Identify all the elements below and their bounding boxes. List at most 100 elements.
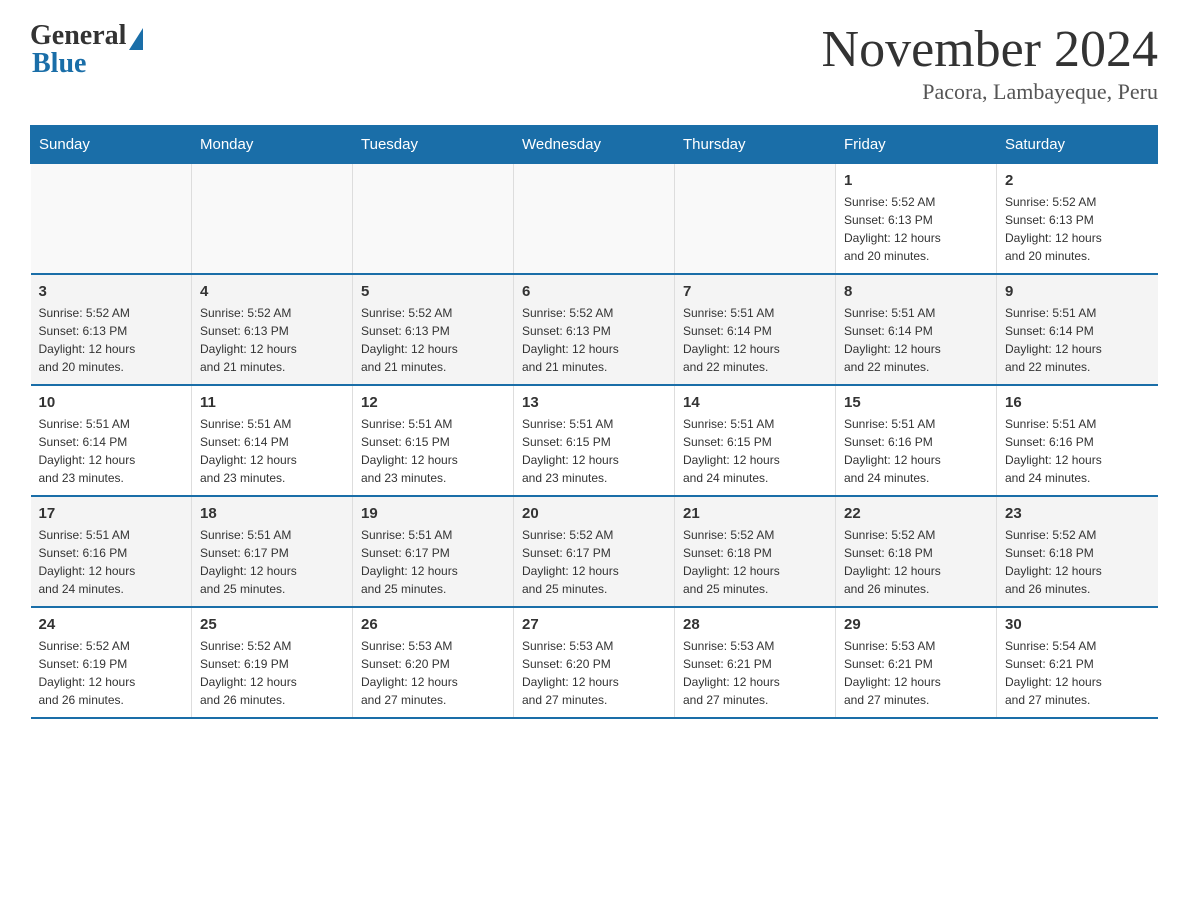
day-number: 25 [200,616,344,633]
day-number: 24 [39,616,184,633]
location-title: Pacora, Lambayeque, Peru [822,79,1158,105]
day-info: Sunrise: 5:53 AM Sunset: 6:21 PM Dayligh… [683,637,827,709]
day-info: Sunrise: 5:52 AM Sunset: 6:19 PM Dayligh… [200,637,344,709]
calendar-cell: 2 Sunrise: 5:52 AM Sunset: 6:13 PM Daylig… [997,164,1158,275]
day-info: Sunrise: 5:51 AM Sunset: 6:16 PM Dayligh… [39,526,184,598]
day-info: Sunrise: 5:51 AM Sunset: 6:16 PM Dayligh… [1005,415,1150,487]
calendar-cell: 27Sunrise: 5:53 AM Sunset: 6:20 PM Dayli… [514,607,675,718]
day-number: 26 [361,616,505,633]
day-number: 12 [361,394,505,411]
day-number: 17 [39,505,184,522]
logo: General Blue [30,20,143,80]
calendar-cell: 6 Sunrise: 5:52 AM Sunset: 6:13 PM Daylig… [514,274,675,385]
calendar-cell [675,164,836,275]
calendar-cell: 8 Sunrise: 5:51 AM Sunset: 6:14 PM Daylig… [836,274,997,385]
weekday-header-friday: Friday [836,126,997,164]
day-info: Sunrise: 5:51 AM Sunset: 6:14 PM Dayligh… [39,415,184,487]
logo-triangle-icon [129,28,143,50]
calendar-cell: 26Sunrise: 5:53 AM Sunset: 6:20 PM Dayli… [353,607,514,718]
calendar-cell [192,164,353,275]
weekday-header-sunday: Sunday [31,126,192,164]
calendar-cell [31,164,192,275]
calendar-cell: 28 Sunrise: 5:53 AM Sunset: 6:21 PM Dayli… [675,607,836,718]
day-number: 27 [522,616,666,633]
calendar-cell: 16 Sunrise: 5:51 AM Sunset: 6:16 PM Dayli… [997,385,1158,496]
day-info: Sunrise: 5:51 AM Sunset: 6:14 PM Dayligh… [1005,304,1150,376]
calendar-cell: 24 Sunrise: 5:52 AM Sunset: 6:19 PM Dayli… [31,607,192,718]
calendar-cell: 18 Sunrise: 5:51 AM Sunset: 6:17 PM Dayli… [192,496,353,607]
calendar-cell: 12 Sunrise: 5:51 AM Sunset: 6:15 PM Dayli… [353,385,514,496]
day-info: Sunrise: 5:52 AM Sunset: 6:18 PM Dayligh… [844,526,988,598]
calendar-cell: 3 Sunrise: 5:52 AM Sunset: 6:13 PM Daylig… [31,274,192,385]
day-info: Sunrise: 5:52 AM Sunset: 6:13 PM Dayligh… [361,304,505,376]
calendar-cell: 21 Sunrise: 5:52 AM Sunset: 6:18 PM Dayli… [675,496,836,607]
day-number: 7 [683,283,827,300]
calendar-cell: 1 Sunrise: 5:52 AM Sunset: 6:13 PM Daylig… [836,164,997,275]
day-number: 2 [1005,172,1150,189]
day-number: 4 [200,283,344,300]
calendar-cell: 19 Sunrise: 5:51 AM Sunset: 6:17 PM Dayli… [353,496,514,607]
calendar-cell [353,164,514,275]
day-info: Sunrise: 5:51 AM Sunset: 6:14 PM Dayligh… [844,304,988,376]
logo-blue-text: Blue [30,48,86,80]
day-info: Sunrise: 5:51 AM Sunset: 6:17 PM Dayligh… [361,526,505,598]
day-number: 9 [1005,283,1150,300]
calendar-cell: 29 Sunrise: 5:53 AM Sunset: 6:21 PM Dayli… [836,607,997,718]
calendar-cell: 11Sunrise: 5:51 AM Sunset: 6:14 PM Dayli… [192,385,353,496]
calendar-table: SundayMondayTuesdayWednesdayThursdayFrid… [30,125,1158,719]
calendar-cell: 13Sunrise: 5:51 AM Sunset: 6:15 PM Dayli… [514,385,675,496]
day-info: Sunrise: 5:52 AM Sunset: 6:13 PM Dayligh… [844,193,988,265]
day-info: Sunrise: 5:54 AM Sunset: 6:21 PM Dayligh… [1005,637,1150,709]
day-info: Sunrise: 5:52 AM Sunset: 6:13 PM Dayligh… [1005,193,1150,265]
day-info: Sunrise: 5:53 AM Sunset: 6:21 PM Dayligh… [844,637,988,709]
day-number: 30 [1005,616,1150,633]
calendar-week-row: 3 Sunrise: 5:52 AM Sunset: 6:13 PM Daylig… [31,274,1158,385]
day-number: 19 [361,505,505,522]
day-info: Sunrise: 5:51 AM Sunset: 6:14 PM Dayligh… [683,304,827,376]
calendar-cell [514,164,675,275]
day-info: Sunrise: 5:52 AM Sunset: 6:18 PM Dayligh… [1005,526,1150,598]
day-number: 16 [1005,394,1150,411]
day-info: Sunrise: 5:52 AM Sunset: 6:13 PM Dayligh… [39,304,184,376]
day-info: Sunrise: 5:51 AM Sunset: 6:16 PM Dayligh… [844,415,988,487]
day-info: Sunrise: 5:51 AM Sunset: 6:15 PM Dayligh… [683,415,827,487]
calendar-week-row: 17 Sunrise: 5:51 AM Sunset: 6:16 PM Dayli… [31,496,1158,607]
day-number: 1 [844,172,988,189]
day-number: 20 [522,505,666,522]
day-number: 3 [39,283,184,300]
day-info: Sunrise: 5:52 AM Sunset: 6:17 PM Dayligh… [522,526,666,598]
page-header: General Blue November 2024 Pacora, Lamba… [30,20,1158,105]
day-number: 8 [844,283,988,300]
weekday-header-tuesday: Tuesday [353,126,514,164]
day-info: Sunrise: 5:51 AM Sunset: 6:14 PM Dayligh… [200,415,344,487]
calendar-cell: 20 Sunrise: 5:52 AM Sunset: 6:17 PM Dayli… [514,496,675,607]
day-info: Sunrise: 5:51 AM Sunset: 6:15 PM Dayligh… [361,415,505,487]
day-number: 10 [39,394,184,411]
weekday-header-thursday: Thursday [675,126,836,164]
day-info: Sunrise: 5:52 AM Sunset: 6:13 PM Dayligh… [522,304,666,376]
day-number: 18 [200,505,344,522]
calendar-cell: 4Sunrise: 5:52 AM Sunset: 6:13 PM Daylig… [192,274,353,385]
calendar-cell: 9 Sunrise: 5:51 AM Sunset: 6:14 PM Daylig… [997,274,1158,385]
calendar-cell: 10 Sunrise: 5:51 AM Sunset: 6:14 PM Dayli… [31,385,192,496]
day-number: 22 [844,505,988,522]
day-number: 28 [683,616,827,633]
day-info: Sunrise: 5:52 AM Sunset: 6:18 PM Dayligh… [683,526,827,598]
calendar-cell: 22 Sunrise: 5:52 AM Sunset: 6:18 PM Dayli… [836,496,997,607]
calendar-cell: 15Sunrise: 5:51 AM Sunset: 6:16 PM Dayli… [836,385,997,496]
weekday-header-wednesday: Wednesday [514,126,675,164]
day-number: 21 [683,505,827,522]
day-info: Sunrise: 5:52 AM Sunset: 6:19 PM Dayligh… [39,637,184,709]
day-number: 29 [844,616,988,633]
weekday-header-row: SundayMondayTuesdayWednesdayThursdayFrid… [31,126,1158,164]
calendar-cell: 14 Sunrise: 5:51 AM Sunset: 6:15 PM Dayli… [675,385,836,496]
day-info: Sunrise: 5:51 AM Sunset: 6:15 PM Dayligh… [522,415,666,487]
day-info: Sunrise: 5:51 AM Sunset: 6:17 PM Dayligh… [200,526,344,598]
calendar-cell: 17 Sunrise: 5:51 AM Sunset: 6:16 PM Dayli… [31,496,192,607]
calendar-cell: 25 Sunrise: 5:52 AM Sunset: 6:19 PM Dayli… [192,607,353,718]
day-number: 6 [522,283,666,300]
day-number: 23 [1005,505,1150,522]
weekday-header-monday: Monday [192,126,353,164]
month-title: November 2024 [822,20,1158,79]
day-number: 14 [683,394,827,411]
